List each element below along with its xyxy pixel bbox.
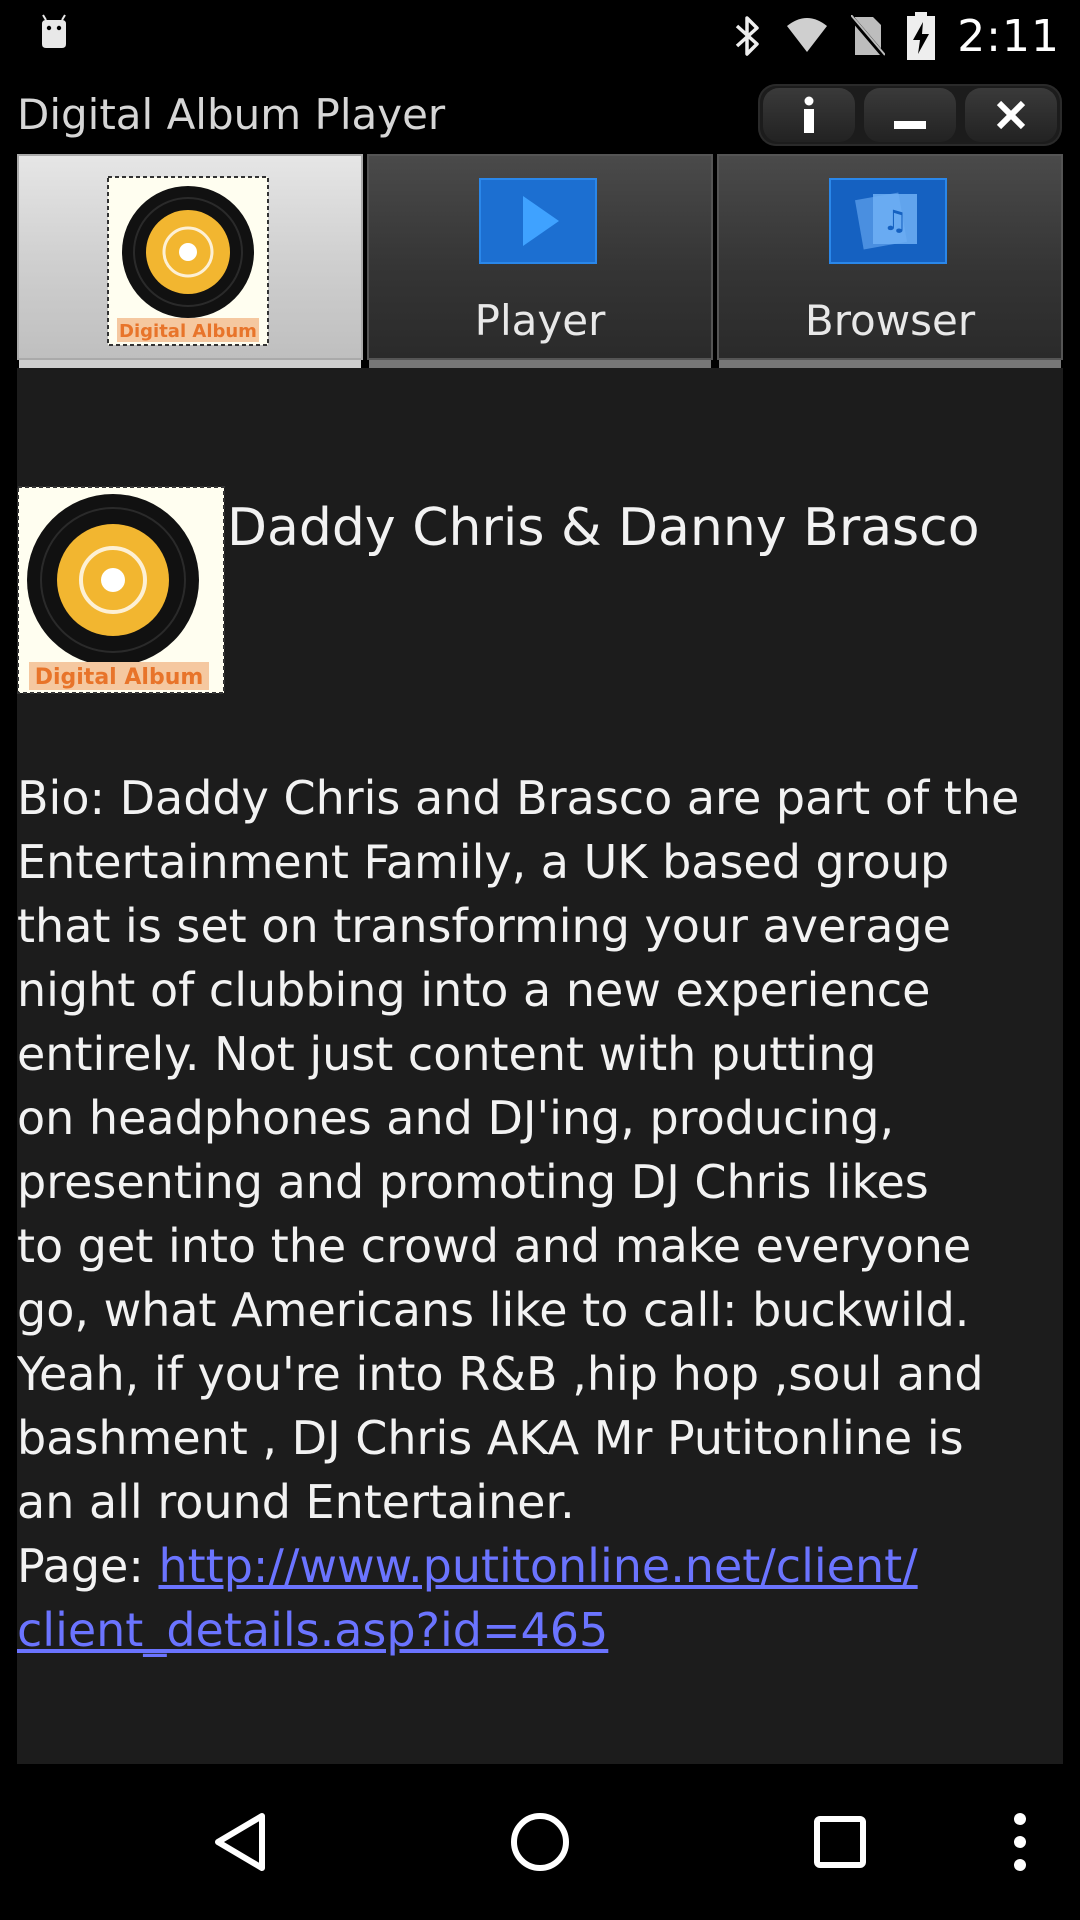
home-icon (511, 1813, 569, 1871)
bio-line: presenting and promoting DJ Chris likes (17, 1155, 929, 1209)
artist-page-link[interactable]: http://www.putitonline.net/client/ (158, 1539, 917, 1593)
artist-bio: Bio: Daddy Chris and Brasco are part of … (17, 766, 1067, 1662)
bluetooth-icon (736, 16, 759, 56)
tab-underline (719, 360, 1061, 368)
tab-player-label: Player (474, 296, 606, 345)
artist-content: Digital Album Daddy Chris & Danny Brasco… (17, 368, 1063, 1764)
overflow-menu-icon (1014, 1813, 1026, 1871)
info-icon (803, 96, 814, 133)
info-button[interactable] (762, 88, 855, 142)
bio-line: entirely. Not just content with putting (17, 1027, 877, 1081)
bio-line: Yeah, if you're into R&B ,hip hop ,soul … (17, 1347, 984, 1401)
close-button[interactable] (965, 88, 1058, 142)
bio-line: to get into the crowd and make everyone (17, 1219, 972, 1273)
home-button[interactable] (490, 1764, 590, 1920)
tab-player[interactable]: Player (367, 154, 713, 368)
wifi-icon (787, 18, 828, 52)
status-time: 2:11 (957, 10, 1060, 62)
bio-line: bashment , DJ Chris AKA Mr Putitonline i… (17, 1411, 964, 1465)
navigation-bar (0, 1764, 1080, 1920)
artist-page-link-cont[interactable]: client_details.asp?id=465 (17, 1603, 608, 1657)
album-cover-image: Digital Album (17, 486, 225, 694)
tab-underline (369, 360, 711, 368)
page-line: Page: http://www.putitonline.net/client/ (17, 1534, 1067, 1598)
tab-browser-label: Browser (804, 296, 976, 345)
tab-underline (19, 360, 361, 368)
window-controls (758, 84, 1062, 146)
album-icon: Digital Album (107, 176, 269, 346)
back-icon (215, 1813, 265, 1871)
bio-line: an all round Entertainer. (17, 1475, 575, 1529)
no-sim-icon (851, 15, 886, 57)
minimize-icon (893, 121, 926, 129)
bio-line: Bio: Daddy Chris and Brasco are part of … (17, 771, 1020, 825)
recents-icon (814, 1816, 866, 1868)
minimize-button[interactable] (863, 88, 956, 142)
tab-bar: Digital Album Player ♫ Browser (17, 154, 1063, 368)
recents-button[interactable] (790, 1764, 890, 1920)
album-logo-text: Digital Album (119, 321, 257, 342)
bio-line: go, what Americans like to call: buckwil… (17, 1283, 970, 1337)
close-icon (997, 100, 1026, 130)
tab-album[interactable]: Digital Album (17, 154, 363, 368)
back-button[interactable] (190, 1764, 290, 1920)
bio-line: on headphones and DJ'ing, producing, (17, 1091, 895, 1145)
bio-line: that is set on transforming your average (17, 899, 951, 953)
page-link-line: client_details.asp?id=465 (17, 1598, 1067, 1662)
title-bar: Digital Album Player (0, 72, 1080, 156)
android-icon (42, 14, 66, 48)
album-cover-logo-text: Digital Album (35, 665, 204, 690)
play-icon (479, 178, 597, 264)
artist-name: Daddy Chris & Danny Brasco (227, 498, 980, 558)
app-title: Digital Album Player (17, 90, 446, 139)
status-bar: 2:11 (0, 0, 1080, 72)
browser-icon: ♫ (829, 178, 947, 264)
bio-line: Entertainment Family, a UK based group (17, 835, 950, 889)
bio-line: night of clubbing into a new experience (17, 963, 931, 1017)
svg-text:♫: ♫ (882, 204, 907, 237)
battery-charging-icon (907, 12, 936, 60)
tab-browser[interactable]: ♫ Browser (717, 154, 1063, 368)
overflow-menu-button[interactable] (990, 1764, 1050, 1920)
page-label: Page: (17, 1539, 159, 1593)
